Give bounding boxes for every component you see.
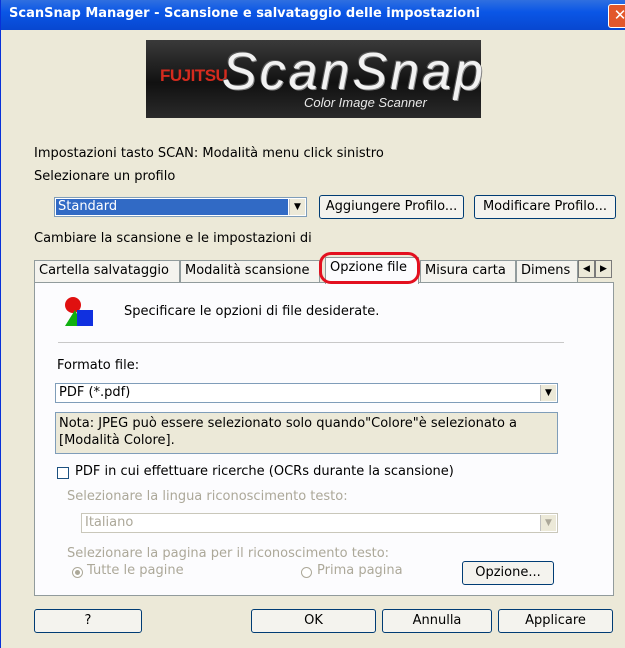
chevron-down-icon[interactable]: ▼ [289, 199, 305, 215]
file-options-icon [65, 297, 93, 326]
language-select[interactable]: Italiano ▼ [81, 513, 558, 533]
fujitsu-logo-text: FUJITSU [160, 66, 228, 85]
cancel-button[interactable]: Annulla [382, 609, 492, 633]
tab-dimensione[interactable]: Dimens [516, 260, 578, 282]
first-page-label: Prima pagina [317, 563, 403, 578]
searchable-pdf-label: PDF in cui effettuare ricerche (OCRs dur… [75, 464, 454, 479]
chevron-down-icon[interactable]: ▼ [540, 385, 556, 401]
tab-scroll-left-icon[interactable]: ◀ [578, 260, 595, 278]
scansnap-logo-text: ScanSnap [222, 43, 486, 101]
select-profile-label: Selezionare un profilo [34, 169, 176, 184]
language-label: Selezionare la lingua riconoscimento tes… [67, 489, 348, 504]
scansnap-logo: FUJITSU ScanSnap Color Image Scanner [146, 40, 483, 118]
all-pages-label: Tutte le pagine [87, 563, 184, 578]
first-page-radio[interactable] [301, 567, 312, 578]
panel-header-text: Specificare le opzioni di file desiderat… [124, 304, 380, 319]
file-format-value: PDF (*.pdf) [59, 385, 131, 400]
searchable-pdf-checkbox[interactable] [57, 467, 69, 479]
scan-button-setting-label: Impostazioni tasto SCAN: Modalità menu c… [34, 146, 384, 161]
dialog-window: ScanSnap Manager - Scansione e salvatagg… [0, 0, 625, 648]
highlight-annotation [319, 252, 420, 284]
chevron-down-icon[interactable]: ▼ [540, 515, 556, 531]
tab-scroll-right-icon[interactable]: ▶ [595, 260, 612, 278]
all-pages-radio[interactable] [72, 567, 83, 578]
file-format-label: Formato file: [57, 358, 140, 373]
tab-modalita-scansione[interactable]: Modalità scansione [180, 260, 320, 282]
window-title: ScanSnap Manager - Scansione e salvatagg… [9, 6, 480, 21]
title-bar[interactable]: ScanSnap Manager - Scansione e salvatagg… [1, 0, 625, 30]
modify-profile-button[interactable]: Modificare Profilo... [474, 195, 616, 219]
pages-label: Selezionare la pagina per il riconoscime… [67, 546, 390, 561]
panel-divider [58, 342, 564, 343]
settings-label: Cambiare la scansione e le impostazioni … [34, 231, 312, 246]
help-button[interactable]: ? [34, 609, 142, 633]
apply-button[interactable]: Applicare [498, 609, 613, 633]
profile-select[interactable]: Standard ▼ [54, 197, 307, 217]
profile-select-value: Standard [56, 199, 288, 215]
tab-misura-carta[interactable]: Misura carta [420, 260, 516, 282]
language-value: Italiano [85, 515, 134, 530]
close-icon[interactable]: ✕ [608, 4, 625, 28]
logo-tagline: Color Image Scanner [304, 95, 427, 110]
tab-cartella-salvataggio[interactable]: Cartella salvataggio [34, 260, 180, 282]
ok-button[interactable]: OK [251, 609, 376, 633]
format-note: Nota: JPEG può essere selezionato solo q… [55, 412, 558, 454]
file-format-select[interactable]: PDF (*.pdf) ▼ [55, 383, 558, 403]
add-profile-button[interactable]: Aggiungere Profilo... [319, 195, 464, 219]
option-button[interactable]: Opzione... [462, 561, 554, 585]
